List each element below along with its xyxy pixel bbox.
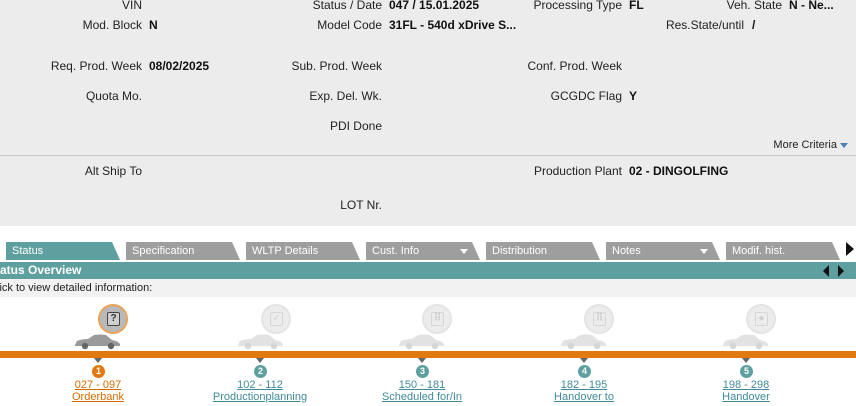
model-code-label: Model Code (317, 18, 382, 32)
status-overview-title: tatus Overview (0, 263, 82, 277)
production-plant-label: Production Plant (533, 164, 622, 178)
tab-cust-info[interactable]: Cust. Info (366, 242, 480, 260)
pdi-done-label: PDI Done (329, 119, 382, 133)
production-plant-value: 02 - DINGOLFING (629, 164, 729, 178)
tab-notes[interactable]: Notes (606, 242, 720, 260)
status-progress-line (0, 351, 856, 358)
scroll-right-icon[interactable] (838, 265, 844, 277)
gcgdc-flag-label: GCGDC Flag (550, 89, 622, 103)
step-number-badge: 3 (416, 365, 429, 378)
mod-block-label: Mod. Block (82, 18, 142, 32)
chevron-down-icon (460, 249, 468, 254)
conf-prod-week-label: Conf. Prod. Week (527, 59, 623, 73)
step-number-badge: 5 (740, 365, 753, 378)
hint-text: lick to view detailed information: (0, 282, 153, 294)
lot-nr-label: LOT Nr. (340, 198, 382, 212)
scheduled-status-icon[interactable]: ⠿ (422, 304, 452, 334)
car-icon (720, 332, 770, 350)
step-range-link[interactable]: 198 - 298 (706, 379, 786, 391)
mod-block-value: N (149, 18, 158, 32)
quota-mo-label: Quota Mo. (85, 89, 142, 103)
processing-type-label: Processing Type (533, 0, 623, 12)
res-state-label: Res.State/until (665, 18, 744, 32)
gcgdc-flag-value: Y (629, 89, 638, 103)
step-label-link[interactable]: Handover to (529, 391, 639, 403)
car-icon (396, 332, 446, 350)
veh-state-label: Veh. State (726, 0, 782, 12)
status-date-value: 047 / 15.01.2025 (389, 0, 480, 12)
hint-row: lick to view detailed information: (0, 279, 856, 297)
step-pointer-icon (256, 358, 264, 363)
step-range-link[interactable]: 150 - 181 (382, 379, 462, 391)
step-range-link[interactable]: 027 - 097 (58, 379, 138, 391)
car-icon (72, 332, 122, 350)
vin-label: VIN (121, 0, 142, 12)
more-criteria-label: More Criteria (773, 139, 837, 151)
step-number-badge: 4 (578, 365, 591, 378)
step-pointer-icon (742, 358, 750, 363)
veh-state-value: N - Ne... (789, 0, 834, 12)
orderbank-status-icon[interactable]: ? (98, 304, 128, 334)
step-label-link[interactable]: Orderbank (48, 391, 148, 403)
res-state-value: / (752, 18, 756, 32)
handover-to-status-icon[interactable]: ⠿ (584, 304, 614, 334)
step-pointer-icon (580, 358, 588, 363)
exp-del-wk-label: Exp. Del. Wk. (309, 89, 382, 103)
step-pointer-icon (418, 358, 426, 363)
model-code-value: 31FL - 540d xDrive S... (389, 18, 517, 32)
tab-specification[interactable]: Specification (126, 242, 240, 260)
tab-wltp-details[interactable]: WLTP Details (246, 242, 360, 260)
step-label-link[interactable]: Handover (696, 391, 796, 403)
car-icon (235, 332, 285, 350)
step-label-link[interactable]: Scheduled for/In (367, 391, 477, 403)
sub-prod-week-label: Sub. Prod. Week (291, 59, 383, 73)
tab-modif-hist[interactable]: Modif. hist. (726, 242, 840, 260)
step-number-badge: 1 (92, 365, 105, 378)
status-overview-bar: tatus Overview (0, 262, 856, 279)
car-icon (558, 332, 608, 350)
step-number-badge: 2 (254, 365, 267, 378)
processing-type-value: FL (629, 0, 644, 12)
step-range-link[interactable]: 102 - 112 (220, 379, 300, 391)
tab-status[interactable]: Status (6, 242, 120, 260)
req-prod-week-label: Req. Prod. Week (50, 59, 142, 73)
scroll-left-icon[interactable] (823, 265, 829, 277)
handover-status-icon[interactable]: ● (746, 304, 776, 334)
more-criteria-toggle[interactable]: More Criteria (773, 139, 848, 151)
tab-distribution[interactable]: Distribution (486, 242, 600, 260)
req-prod-week-value: 08/02/2025 (149, 59, 210, 73)
chevron-down-icon (840, 142, 848, 148)
step-pointer-icon (94, 358, 102, 363)
step-range-link[interactable]: 182 - 195 (544, 379, 624, 391)
productionplanning-status-icon[interactable]: ✓ (261, 304, 291, 334)
tab-scroll-right-icon[interactable] (846, 242, 854, 256)
step-label-link[interactable]: Productionplanning (205, 391, 315, 403)
chevron-down-icon (700, 249, 708, 254)
alt-ship-to-label: Alt Ship To (84, 164, 142, 178)
status-date-label: Status / Date (312, 0, 382, 12)
